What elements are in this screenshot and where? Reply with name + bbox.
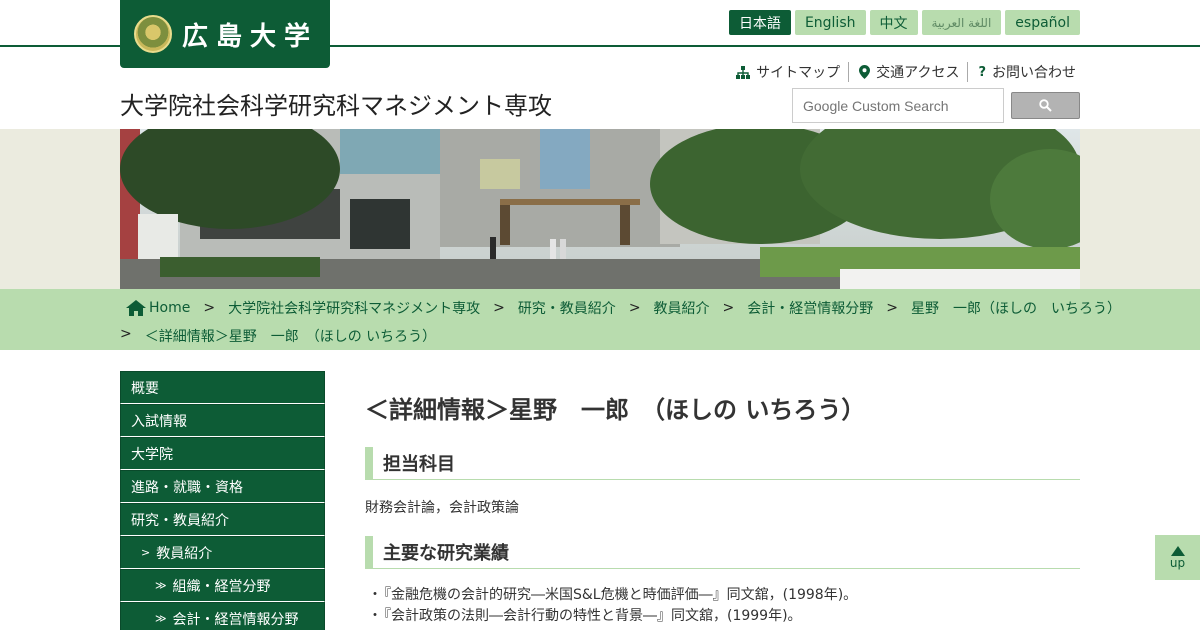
arrow-up-icon <box>1170 545 1185 556</box>
location-pin-icon <box>859 65 871 79</box>
sidebar-item-label: 入試情報 <box>131 413 187 430</box>
breadcrumb-separator: > <box>886 300 899 316</box>
university-emblem-icon <box>134 15 172 53</box>
sidebar-item-label: 大学院 <box>131 446 173 463</box>
breadcrumb-department[interactable]: 大学院社会科学研究科マネジメント専攻 <box>228 298 480 318</box>
sidebar-item-overview[interactable]: 概要 <box>120 371 325 404</box>
breadcrumb-research[interactable]: 研究・教員紹介 <box>518 298 616 318</box>
breadcrumb-separator: > <box>203 300 216 316</box>
search-box <box>792 88 1080 123</box>
sidebar-item-label: 組織・経営分野 <box>172 578 271 595</box>
search-icon <box>1039 99 1052 112</box>
search-input[interactable] <box>792 88 1004 123</box>
sidebar-marker: ≫ <box>155 579 167 592</box>
sidebar-item-label: 研究・教員紹介 <box>131 512 229 529</box>
sidebar-item-faculty[interactable]: > 教員紹介 <box>120 536 325 569</box>
util-sitemap[interactable]: サイトマップ <box>732 62 844 82</box>
lang-chinese[interactable]: 中文 <box>869 10 918 35</box>
lang-arabic[interactable]: اللغة العربية <box>921 10 1002 35</box>
sidebar-item-label: 進路・就職・資格 <box>131 479 243 496</box>
back-to-top-button[interactable]: up <box>1155 535 1200 580</box>
sidebar-item-research[interactable]: 研究・教員紹介 <box>120 503 325 536</box>
breadcrumb-person[interactable]: 星野 一郎（ほしの いちろう） <box>911 298 1121 318</box>
breadcrumb-separator: > <box>493 300 505 316</box>
sidebar-item-admission[interactable]: 入試情報 <box>120 404 325 437</box>
sitemap-icon <box>736 65 751 79</box>
sidebar-nav: 概要 入試情報 大学院 進路・就職・資格 研究・教員紹介 > 教員紹介 ≫ 組織・経… <box>120 371 325 630</box>
breadcrumb-line-2: > ＜詳細情報＞星野 一郎 （ほしの いちろう） <box>120 326 436 346</box>
lang-spanish[interactable]: español <box>1005 10 1080 35</box>
lang-japanese[interactable]: 日本語 <box>728 10 791 35</box>
breadcrumb-faculty[interactable]: 教員紹介 <box>654 298 710 318</box>
sidebar-item-label: 教員紹介 <box>156 545 213 562</box>
breadcrumb-separator: > <box>722 300 735 316</box>
university-logo[interactable]: 広島大学 <box>120 0 330 68</box>
page: 広島大学 日本語 English 中文 اللغة العربية españo… <box>0 0 1200 630</box>
courses-text: 財務会計論，会計政策論 <box>365 500 519 516</box>
breadcrumb-current: ＜詳細情報＞星野 一郎 （ほしの いちろう） <box>144 329 437 345</box>
util-sitemap-label: サイトマップ <box>756 65 841 81</box>
sidebar-marker: > <box>141 546 151 559</box>
sidebar-item-accounting[interactable]: ≫ 会計・経営情報分野 <box>120 602 325 630</box>
utility-nav: サイトマップ 交通アクセス ? お問い合わせ <box>732 62 1080 82</box>
campus-hero-image <box>120 129 1080 289</box>
publication-list: 『金融危機の会計的研究―米国S&L危機と時価評価―』同文舘，(1998年)。 『… <box>368 585 857 627</box>
breadcrumb-field[interactable]: 会計・経営情報分野 <box>747 298 873 318</box>
util-access[interactable]: 交通アクセス <box>848 62 963 82</box>
sidebar-item-label: 概要 <box>131 380 159 397</box>
back-to-top-label: up <box>1169 555 1186 570</box>
breadcrumb-separator: > <box>628 300 641 316</box>
util-access-label: 交通アクセス <box>876 65 960 81</box>
list-item: 『金融危機の会計的研究―米国S&L危機と時価評価―』同文舘，(1998年)。 <box>368 585 857 606</box>
site-title[interactable]: 大学院社会科学研究科マネジメント専攻 <box>120 86 552 121</box>
section-heading-courses: 担当科目 <box>365 447 1080 480</box>
sidebar-marker: ≫ <box>155 612 167 625</box>
section-heading-publications: 主要な研究業績 <box>365 536 1080 569</box>
page-title: ＜詳細情報＞星野 一郎 （ほしの いちろう） <box>365 396 866 424</box>
breadcrumb-line-1: Home > 大学院社会科学研究科マネジメント専攻 > 研究・教員紹介 > 教員… <box>125 298 1121 318</box>
list-item: 『会計政策の法則―会計行動の特性と背景―』同文舘，(1999年)。 <box>368 606 857 627</box>
question-icon: ? <box>978 64 986 80</box>
language-switcher: 日本語 English 中文 اللغة العربية español <box>728 10 1080 35</box>
util-contact-label: お問い合わせ <box>992 65 1076 81</box>
breadcrumb-separator: > <box>120 326 132 342</box>
logo-text: 広島大学 <box>182 21 319 52</box>
sidebar-item-label: 会計・経営情報分野 <box>172 611 299 628</box>
breadcrumb: Home > 大学院社会科学研究科マネジメント専攻 > 研究・教員紹介 > 教員… <box>0 289 1200 350</box>
sidebar-item-career[interactable]: 進路・就職・資格 <box>120 470 325 503</box>
home-icon[interactable] <box>125 299 147 317</box>
sidebar-item-graduate[interactable]: 大学院 <box>120 437 325 470</box>
campus-photo <box>120 129 1080 289</box>
util-contact[interactable]: ? お問い合わせ <box>967 62 1080 82</box>
search-button[interactable] <box>1011 92 1080 119</box>
lang-english[interactable]: English <box>794 10 866 35</box>
breadcrumb-home[interactable]: Home <box>149 300 190 316</box>
sidebar-item-organization[interactable]: ≫ 組織・経営分野 <box>120 569 325 602</box>
